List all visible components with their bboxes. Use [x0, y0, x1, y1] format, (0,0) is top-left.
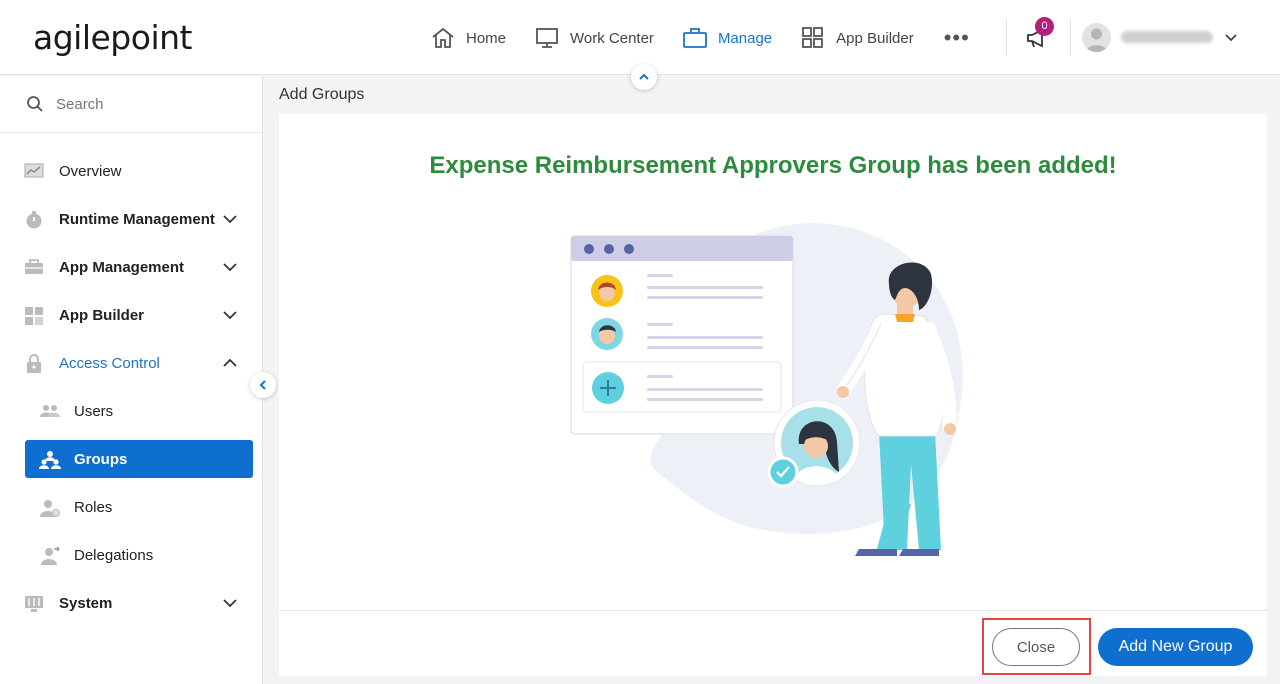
notification-badge: 0 — [1035, 17, 1054, 36]
sidebar-item-app-builder[interactable]: App Builder — [0, 296, 263, 334]
nav-app-builder[interactable]: App Builder — [800, 26, 914, 50]
toolbox-icon — [25, 259, 43, 274]
user-menu-chevron-down-icon[interactable] — [1223, 30, 1239, 51]
sidebar-item-users[interactable]: Users — [0, 392, 263, 430]
success-illustration — [570, 223, 963, 556]
chevron-down-icon — [223, 311, 237, 320]
sidebar-item-label: Overview — [59, 163, 122, 180]
sidebar-item-label: Users — [74, 403, 114, 420]
system-settings-icon — [25, 596, 43, 612]
chevron-left-icon — [259, 380, 266, 390]
agilepoint-logo[interactable]: agilepoint — [33, 18, 192, 57]
add-new-group-button[interactable]: Add New Group — [1098, 628, 1253, 666]
collapse-header-button[interactable] — [631, 64, 657, 90]
collapse-sidebar-button[interactable] — [250, 372, 276, 398]
nav-work-center-label: Work Center — [570, 29, 654, 47]
monitor-icon — [536, 28, 558, 48]
sidebar-item-groups[interactable]: Groups — [25, 440, 253, 478]
sidebar-item-label: Runtime Management — [59, 211, 215, 228]
nav-manage-label: Manage — [717, 29, 773, 47]
home-icon — [432, 27, 454, 48]
users-icon — [40, 405, 60, 417]
chevron-up-icon — [639, 73, 649, 80]
chart-icon — [24, 163, 44, 178]
avatar[interactable] — [1082, 23, 1111, 52]
nav-work-center[interactable]: Work Center — [534, 26, 654, 50]
chevron-up-icon — [223, 358, 237, 367]
sidebar-item-label: App Builder — [59, 307, 144, 324]
more-menu-button[interactable]: ••• — [942, 25, 970, 51]
lock-icon — [27, 354, 41, 373]
sidebar-item-label: App Management — [59, 259, 185, 276]
success-message: Expense Reimbursement Approvers Group ha… — [429, 152, 1117, 179]
stopwatch-icon — [26, 211, 42, 229]
sidebar-item-system[interactable]: System — [0, 584, 263, 622]
app-grid-icon — [25, 307, 43, 325]
sidebar-item-roles[interactable]: Roles — [0, 488, 263, 526]
nav-home[interactable]: Home — [430, 26, 506, 50]
user-name-blurred — [1121, 31, 1213, 43]
sidebar-item-label: Roles — [74, 499, 113, 516]
sidebar-search[interactable]: Search — [0, 76, 262, 133]
search-icon — [27, 96, 43, 112]
nav-divider — [1006, 20, 1007, 56]
briefcase-icon — [683, 28, 707, 48]
groups-icon — [39, 451, 61, 469]
user-divider — [1070, 20, 1071, 56]
sidebar-item-label: Access Control — [59, 355, 160, 372]
user-role-icon — [40, 500, 60, 517]
page-title: Add Groups — [279, 86, 365, 103]
search-placeholder: Search — [56, 95, 104, 113]
sidebar-item-delegations[interactable]: Delegations — [0, 536, 263, 574]
chevron-down-icon — [223, 263, 237, 272]
success-card: Expense Reimbursement Approvers Group ha… — [279, 114, 1267, 610]
sidebar-item-runtime-management[interactable]: Runtime Management — [0, 200, 263, 238]
nav-home-label: Home — [466, 29, 507, 47]
sidebar-item-access-control[interactable]: Access Control — [0, 344, 263, 382]
user-avatar-icon — [1086, 28, 1107, 52]
sidebar-item-label: Delegations — [74, 547, 154, 564]
nav-manage[interactable]: Manage — [682, 26, 772, 50]
chevron-down-icon — [223, 599, 237, 608]
sidebar: Search Overview Runtime Management App M… — [0, 76, 263, 684]
delegation-icon — [41, 546, 60, 565]
more-dots-icon: ••• — [943, 25, 970, 50]
close-button[interactable]: Close — [992, 628, 1080, 666]
grid-icon — [802, 27, 824, 48]
main-nav: Home Work Center Manage App Builder ••• — [430, 22, 998, 54]
sidebar-item-app-management[interactable]: App Management — [0, 248, 263, 286]
sidebar-item-label: Groups — [74, 451, 128, 468]
nav-app-builder-label: App Builder — [836, 29, 914, 47]
chevron-down-icon — [223, 215, 237, 224]
sidebar-item-label: System — [59, 595, 113, 612]
sidebar-item-overview[interactable]: Overview — [0, 152, 263, 190]
